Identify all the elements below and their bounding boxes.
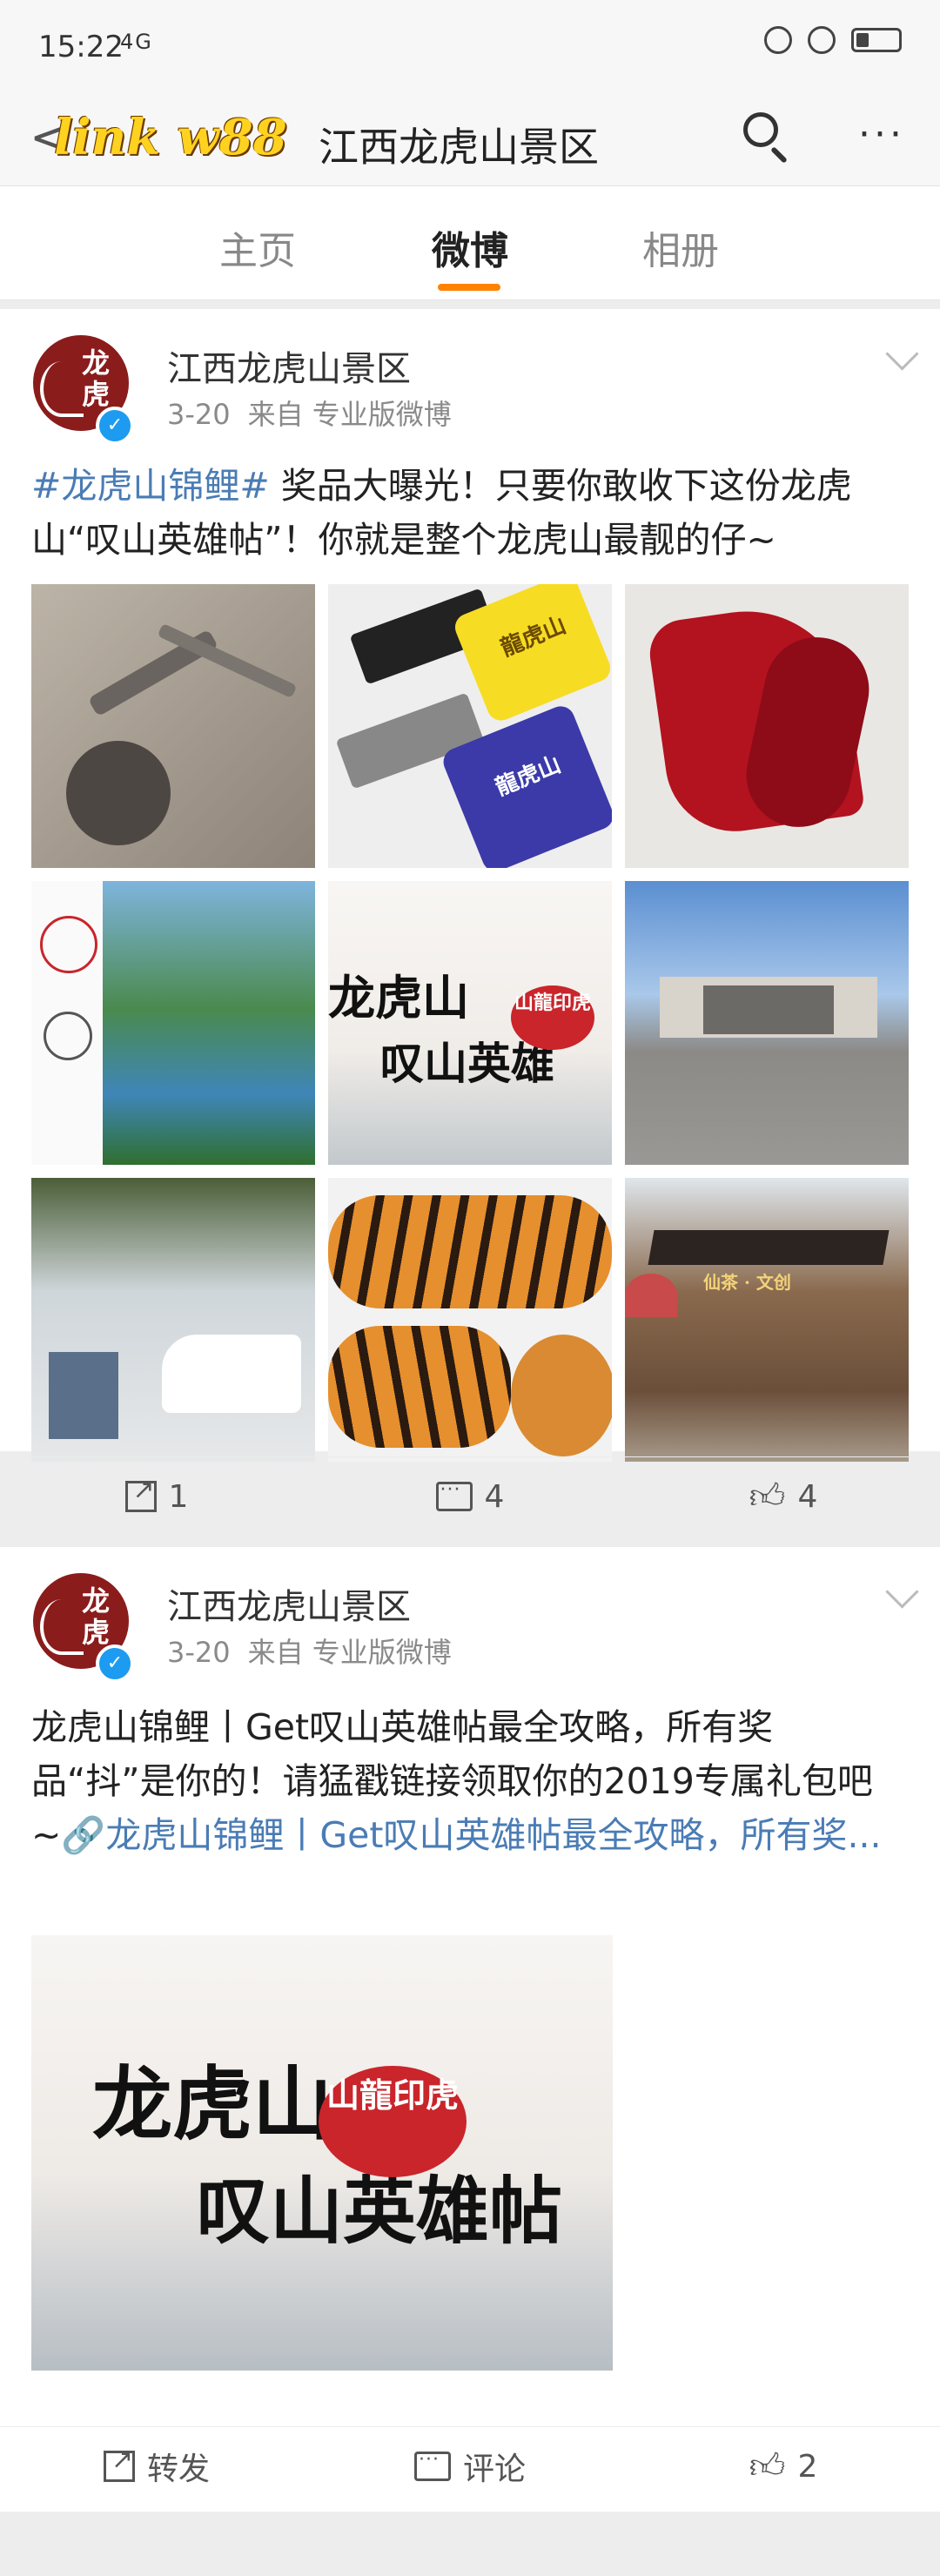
- post-image-calligraphy[interactable]: 龙虎山 叹山英雄帖 山龍印虎: [31, 1935, 613, 2371]
- post-actions: 1 4 👍︎ 4: [0, 1456, 940, 1536]
- thumbs-up-icon: 👍︎: [749, 2446, 786, 2486]
- nav-bar: < link w88 江西龙虎山景区 ···: [0, 91, 940, 186]
- like-count: 4: [797, 1478, 818, 1515]
- post-meta: 3-20 来自 专业版微博: [167, 1631, 452, 1671]
- comment-icon: [413, 2449, 451, 2481]
- teahouse-sign: 仙茶 · 文创: [703, 1272, 791, 1293]
- comment-button[interactable]: 评论: [313, 2427, 627, 2505]
- comment-label: 评论: [462, 2452, 526, 2487]
- lock-rotation-icon: [764, 26, 792, 54]
- comment-icon: [435, 1479, 473, 1511]
- photo-tiger-plush[interactable]: [328, 1178, 612, 1462]
- like-count: 2: [797, 2448, 818, 2485]
- like-button[interactable]: 👍︎ 4: [627, 1457, 940, 1536]
- battery-icon: [851, 28, 902, 52]
- tab-home[interactable]: 主页: [219, 219, 296, 275]
- photo-calligraphy[interactable]: 龙虎山 叹山英雄 山龍印虎: [328, 881, 612, 1165]
- search-icon[interactable]: [740, 107, 792, 168]
- photo-teahouse[interactable]: 仙茶 · 文创: [625, 1178, 909, 1462]
- photo-landscape-brochure[interactable]: [31, 881, 315, 1165]
- overlay-watermark-text: link w88: [54, 109, 287, 166]
- post-text: 龙虎山锦鲤丨Get叹山英雄帖最全攻略，所有奖品“抖”是你的！请猛戳链接领取你的2…: [31, 1706, 882, 1856]
- repost-label: 转发: [146, 2452, 210, 2487]
- photo-visitor-center[interactable]: [31, 1178, 315, 1462]
- comment-button[interactable]: 4: [313, 1457, 627, 1536]
- status-icons: [764, 26, 902, 54]
- repost-icon: [103, 2445, 135, 2482]
- like-button[interactable]: 👍︎ 2: [627, 2427, 940, 2505]
- weibo-post: 龙虎 ✓ 江西龙虎山景区 3-20 来自 专业版微博 #龙虎山锦鲤# 奖品大曝光！…: [0, 309, 940, 1515]
- calligraphy-line1: 龙虎山: [92, 2057, 333, 2151]
- alarm-icon: [808, 26, 836, 54]
- more-button[interactable]: ···: [858, 112, 905, 157]
- post-meta: 3-20 来自 专业版微博: [167, 393, 452, 433]
- post-source: 来自 专业版微博: [247, 398, 452, 431]
- post-actions: 转发 评论 👍︎ 2: [0, 2426, 940, 2505]
- article-link[interactable]: 🔗龙虎山锦鲤丨Get叹山英雄帖最全攻略，所有奖...: [61, 1814, 881, 1856]
- seal-stamp: 山龍印虎: [319, 2066, 467, 2177]
- hashtag-link[interactable]: #龙虎山锦鲤#: [31, 465, 270, 507]
- profile-tabs: 主页 微博 相册: [0, 186, 940, 300]
- post-source: 来自 专业版微博: [247, 1636, 452, 1669]
- thumbs-up-icon: 👍︎: [749, 1476, 786, 1517]
- calligraphy-line1: 龙虎山: [328, 970, 469, 1026]
- chevron-down-icon[interactable]: [885, 337, 919, 371]
- verified-badge-icon: ✓: [96, 1644, 134, 1683]
- post-author[interactable]: 江西龙虎山景区: [167, 1578, 411, 1629]
- repost-count: 1: [168, 1478, 189, 1515]
- post-date: 3-20: [167, 1636, 231, 1669]
- tab-album[interactable]: 相册: [642, 219, 719, 275]
- page-title: 江西龙虎山景区: [319, 124, 599, 171]
- photo-museum-plaza[interactable]: [625, 881, 909, 1165]
- image-grid: 龍虎山 龍虎山 龙虎山 叹山英雄 山龍印虎 仙茶 · 文创: [31, 584, 909, 1462]
- repost-button[interactable]: 1: [0, 1457, 313, 1536]
- active-tab-indicator: [438, 284, 500, 291]
- repost-button[interactable]: 转发: [0, 2427, 313, 2505]
- comment-count: 4: [484, 1478, 505, 1515]
- photo-keychain-knife[interactable]: [31, 584, 315, 868]
- photo-bookmark-phonecase[interactable]: 龍虎山 龍虎山: [328, 584, 612, 868]
- weibo-post: 龙虎 ✓ 江西龙虎山景区 3-20 来自 专业版微博 龙虎山锦鲤丨Get叹山英雄帖…: [0, 1547, 940, 2512]
- verified-badge-icon: ✓: [96, 407, 134, 445]
- post-text: #龙虎山锦鲤# 奖品大曝光！只要你敢收下这份龙虎山“叹山英雄帖”！你就是整个龙虎…: [31, 465, 852, 561]
- post-author[interactable]: 江西龙虎山景区: [167, 340, 411, 391]
- status-time: 15:22: [38, 30, 124, 64]
- seal-stamp: 山龍印虎: [511, 985, 594, 1050]
- post-date: 3-20: [167, 398, 231, 431]
- photo-red-scarf[interactable]: [625, 584, 909, 868]
- signal-icon: 4G: [120, 30, 153, 54]
- repost-icon: [124, 1475, 157, 1512]
- chevron-down-icon[interactable]: [885, 1575, 919, 1609]
- status-bar: 15:22 4G: [0, 0, 940, 91]
- tab-weibo[interactable]: 微博: [432, 219, 508, 275]
